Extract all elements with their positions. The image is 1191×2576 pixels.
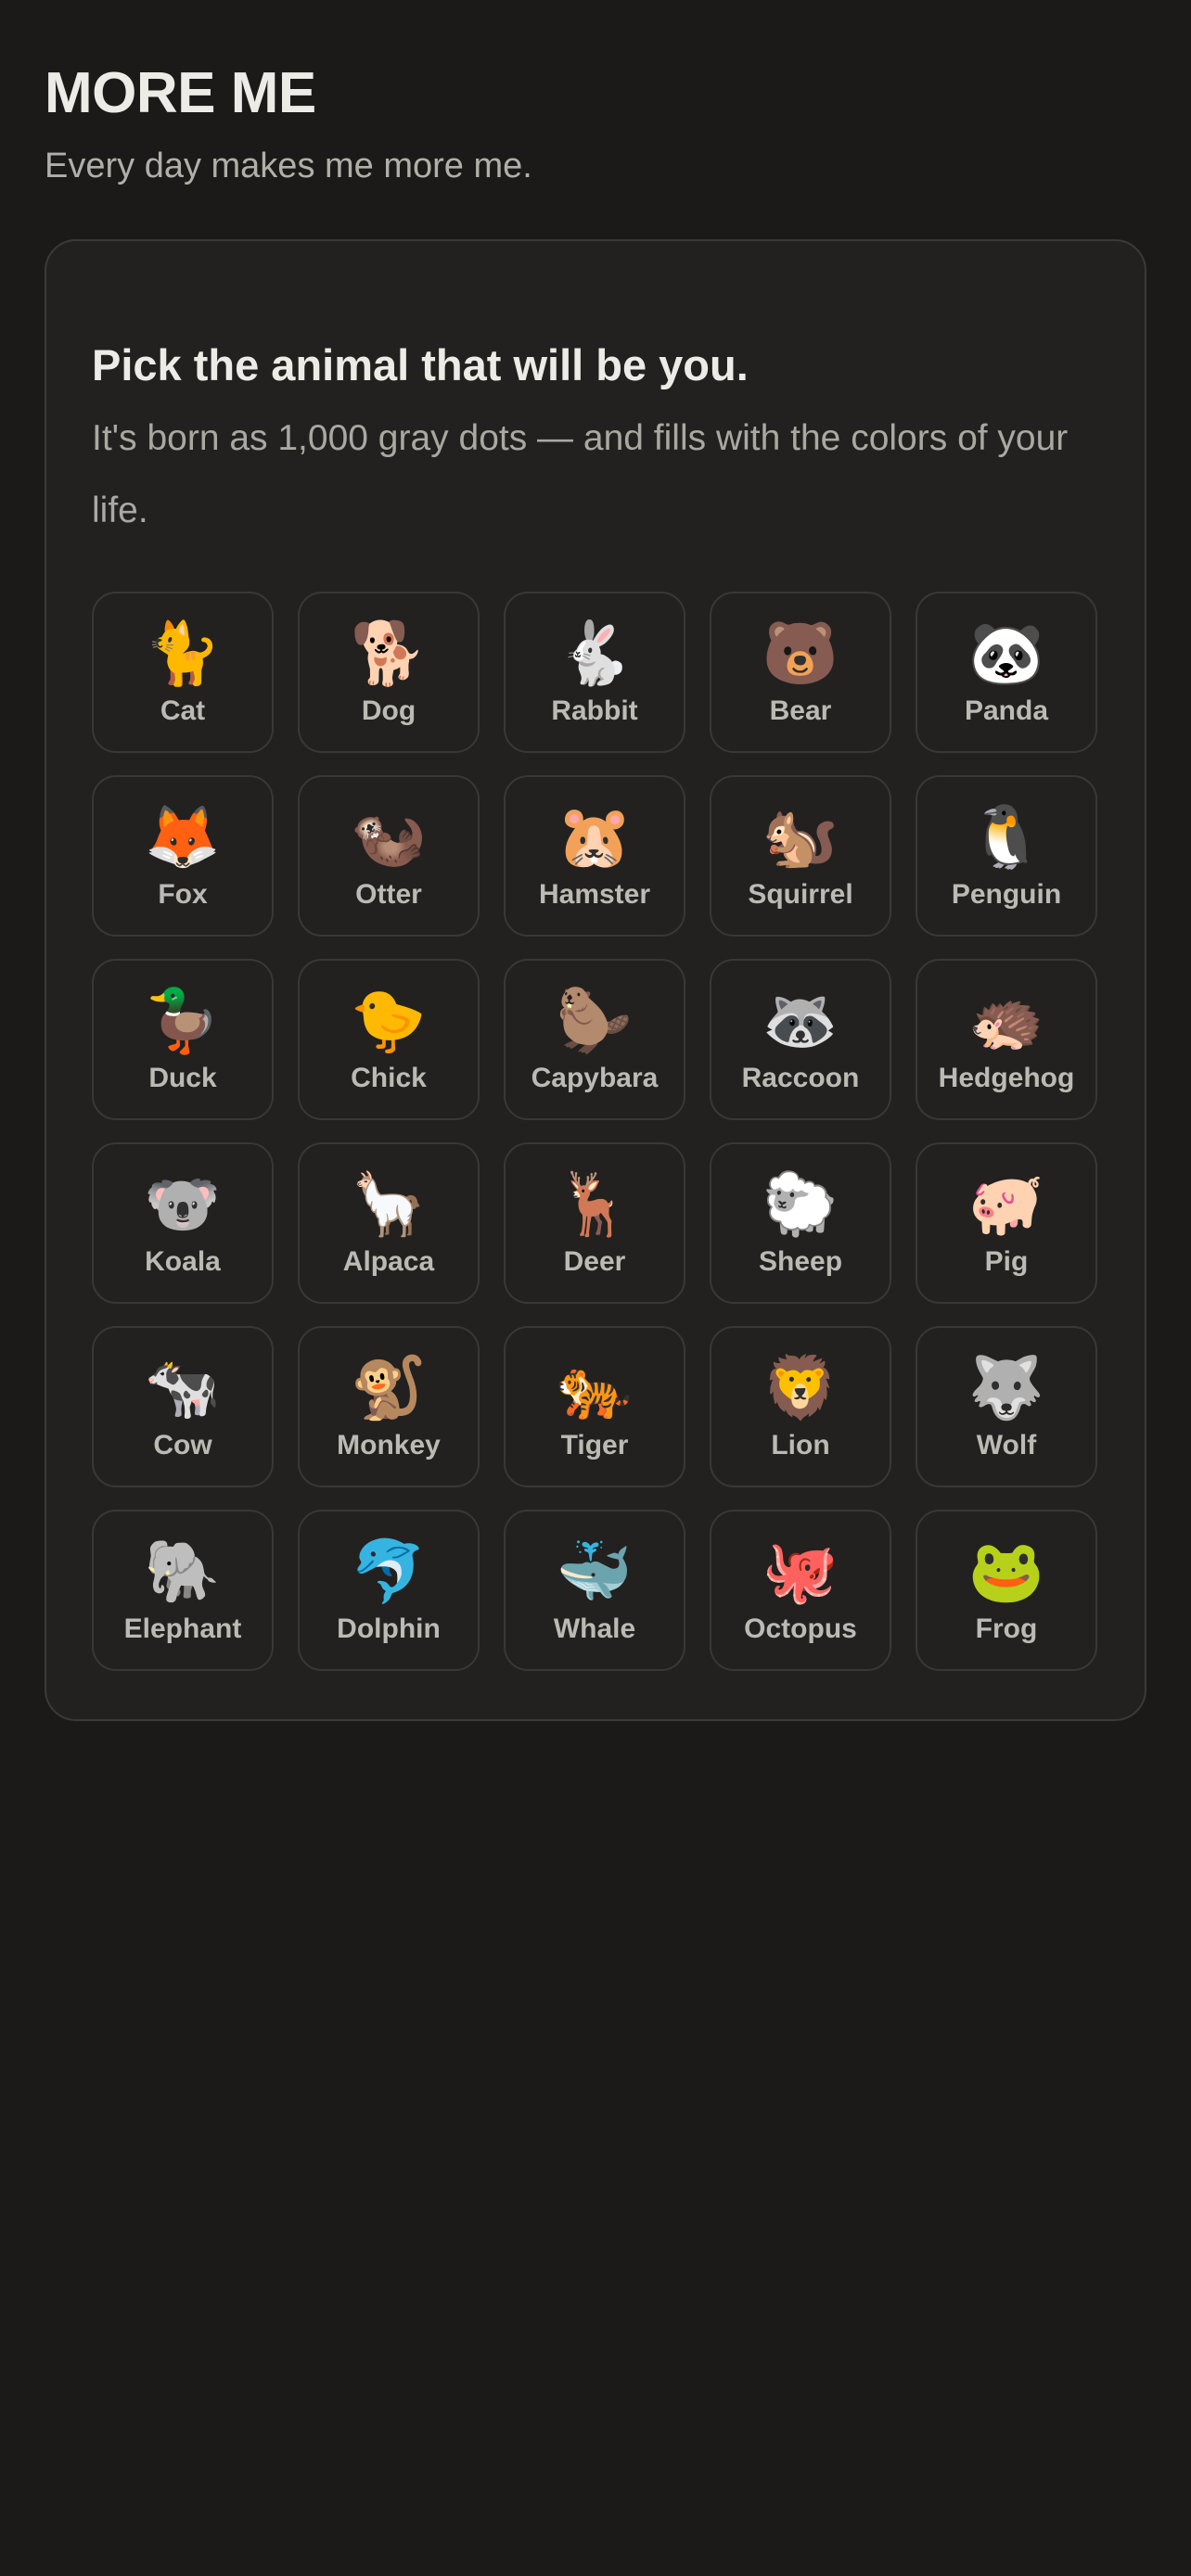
animal-label: Tiger (560, 1430, 629, 1460)
raccoon-icon: 🦝 (762, 986, 839, 1054)
animal-label: Hamster (538, 879, 651, 910)
wolf-icon: 🐺 (967, 1353, 1045, 1422)
penguin-icon: 🐧 (967, 802, 1045, 871)
animal-grid: 🐈 Cat 🐕 Dog 🐇 Rabbit 🐻 Bear 🐼 Panda 🦊 Fox 🦦 Otter 🐹 Ham… (92, 592, 1099, 1671)
animal-option-dog[interactable]: 🐕 Dog (298, 592, 480, 753)
animal-option-squirrel[interactable]: 🐿️ Squirrel (710, 775, 891, 937)
animal-option-dolphin[interactable]: 🐬 Dolphin (298, 1510, 480, 1671)
animal-label: Dolphin (337, 1613, 441, 1644)
animal-label: Dog (361, 695, 416, 726)
animal-label: Elephant (123, 1613, 242, 1644)
frog-icon: 🐸 (967, 1537, 1045, 1605)
sheep-icon: 🐑 (762, 1169, 839, 1238)
animal-label: Koala (145, 1246, 221, 1277)
animal-option-tiger[interactable]: 🐅 Tiger (504, 1326, 685, 1487)
bear-icon: 🐻 (762, 618, 839, 687)
animal-option-lion[interactable]: 🦁 Lion (710, 1326, 891, 1487)
animal-label: Alpaca (342, 1246, 435, 1277)
hedgehog-icon: 🦔 (967, 986, 1045, 1054)
animal-label: Duck (148, 1063, 217, 1093)
alpaca-icon: 🦙 (350, 1169, 428, 1238)
animal-label: Rabbit (551, 695, 638, 726)
animal-label: Fox (158, 879, 208, 910)
animal-label: Penguin (951, 879, 1062, 910)
hamster-icon: 🐹 (556, 802, 634, 871)
animal-label: Deer (563, 1246, 626, 1277)
animal-option-raccoon[interactable]: 🦝 Raccoon (710, 959, 891, 1120)
animal-option-octopus[interactable]: 🐙 Octopus (710, 1510, 891, 1671)
cow-icon: 🐄 (144, 1353, 222, 1422)
app-title: MORE ME (45, 61, 316, 125)
animal-label: Chick (351, 1063, 427, 1093)
animal-label: Capybara (531, 1063, 659, 1093)
animal-option-bear[interactable]: 🐻 Bear (710, 592, 891, 753)
animal-option-alpaca[interactable]: 🦙 Alpaca (298, 1142, 480, 1304)
deer-icon: 🦌 (556, 1169, 634, 1238)
tiger-icon: 🐅 (556, 1353, 634, 1422)
otter-icon: 🦦 (350, 802, 428, 871)
animal-option-hedgehog[interactable]: 🦔 Hedgehog (916, 959, 1097, 1120)
animal-option-sheep[interactable]: 🐑 Sheep (710, 1142, 891, 1304)
whale-icon: 🐳 (556, 1537, 634, 1605)
octopus-icon: 🐙 (762, 1537, 839, 1605)
animal-option-hamster[interactable]: 🐹 Hamster (504, 775, 685, 937)
animal-option-monkey[interactable]: 🐒 Monkey (298, 1326, 480, 1487)
lion-icon: 🦁 (762, 1353, 839, 1422)
chick-icon: 🐤 (350, 986, 428, 1054)
picker-heading: Pick the animal that will be you. (92, 340, 749, 389)
cat-icon: 🐈 (144, 618, 222, 687)
animal-option-penguin[interactable]: 🐧 Penguin (916, 775, 1097, 937)
animal-option-frog[interactable]: 🐸 Frog (916, 1510, 1097, 1671)
animal-option-whale[interactable]: 🐳 Whale (504, 1510, 685, 1671)
animal-label: Wolf (976, 1430, 1037, 1460)
rabbit-icon: 🐇 (556, 618, 634, 687)
animal-picker-card: Pick the animal that will be you. It's b… (45, 239, 1146, 1721)
animal-label: Cow (153, 1430, 212, 1460)
animal-label: Sheep (758, 1246, 843, 1277)
picker-description: It's born as 1,000 gray dots — and fills… (92, 418, 1069, 530)
animal-label: Octopus (744, 1613, 857, 1644)
animal-label: Otter (355, 879, 422, 910)
fox-icon: 🦊 (144, 802, 222, 871)
animal-label: Hedgehog (938, 1063, 1075, 1093)
animal-option-koala[interactable]: 🐨 Koala (92, 1142, 274, 1304)
animal-label: Whale (553, 1613, 636, 1644)
animal-option-duck[interactable]: 🦆 Duck (92, 959, 274, 1120)
animal-option-wolf[interactable]: 🐺 Wolf (916, 1326, 1097, 1487)
animal-option-pig[interactable]: 🐖 Pig (916, 1142, 1097, 1304)
animal-option-rabbit[interactable]: 🐇 Rabbit (504, 592, 685, 753)
animal-option-capybara[interactable]: 🦫 Capybara (504, 959, 685, 1120)
animal-option-cow[interactable]: 🐄 Cow (92, 1326, 274, 1487)
animal-label: Bear (769, 695, 832, 726)
pig-icon: 🐖 (967, 1169, 1045, 1238)
dolphin-icon: 🐬 (350, 1537, 428, 1605)
capybara-icon: 🦫 (556, 986, 634, 1054)
animal-option-chick[interactable]: 🐤 Chick (298, 959, 480, 1120)
app-tagline: Every day makes me more me. (45, 147, 532, 185)
panda-icon: 🐼 (967, 618, 1045, 687)
squirrel-icon: 🐿️ (762, 802, 839, 871)
animal-label: Monkey (337, 1430, 441, 1460)
animal-label: Lion (771, 1430, 830, 1460)
elephant-icon: 🐘 (144, 1537, 222, 1605)
duck-icon: 🦆 (144, 986, 222, 1054)
animal-option-cat[interactable]: 🐈 Cat (92, 592, 274, 753)
koala-icon: 🐨 (144, 1169, 222, 1238)
animal-label: Squirrel (748, 879, 853, 910)
animal-label: Panda (964, 695, 1049, 726)
animal-label: Cat (160, 695, 206, 726)
animal-option-elephant[interactable]: 🐘 Elephant (92, 1510, 274, 1671)
animal-option-otter[interactable]: 🦦 Otter (298, 775, 480, 937)
animal-option-fox[interactable]: 🦊 Fox (92, 775, 274, 937)
animal-option-deer[interactable]: 🦌 Deer (504, 1142, 685, 1304)
animal-label: Pig (984, 1246, 1029, 1277)
animal-label: Raccoon (741, 1063, 860, 1093)
animal-label: Frog (975, 1613, 1038, 1644)
dog-icon: 🐕 (350, 618, 428, 687)
monkey-icon: 🐒 (350, 1353, 428, 1422)
animal-option-panda[interactable]: 🐼 Panda (916, 592, 1097, 753)
